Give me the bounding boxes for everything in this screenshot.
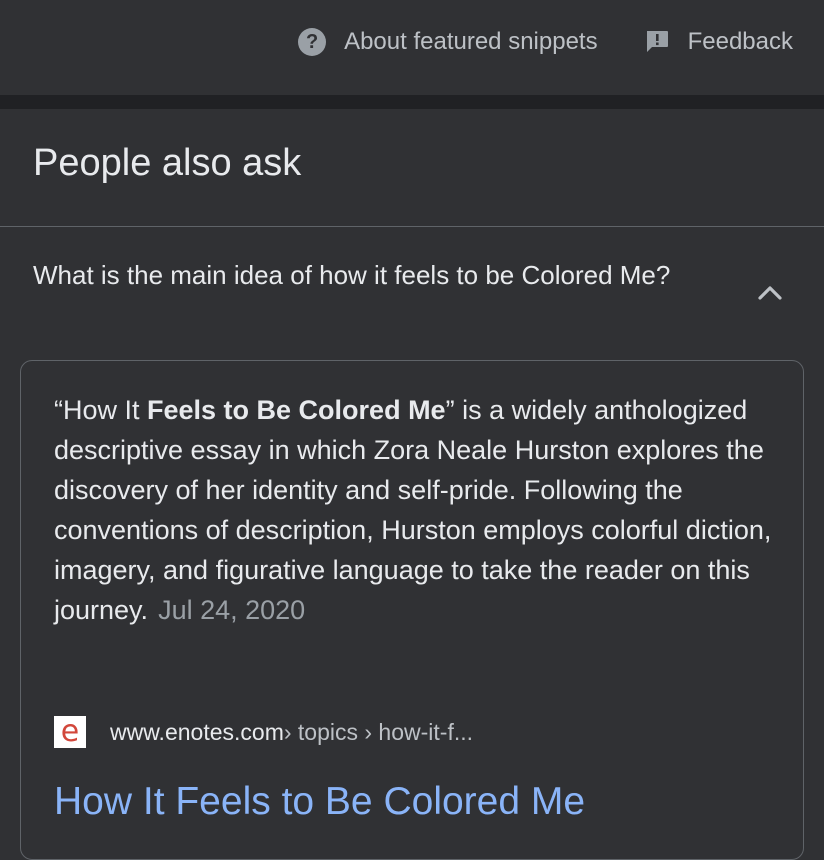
feedback-label: Feedback: [687, 28, 793, 55]
question-divider: [0, 226, 824, 227]
people-also-ask-heading: People also ask: [33, 142, 302, 184]
section-divider: [0, 95, 824, 109]
help-icon: ?: [298, 28, 327, 56]
about-featured-snippets-link[interactable]: ? About featured snippets: [298, 28, 598, 56]
answer-snippet: “How It Feels to Be Colored Me” is a wid…: [54, 390, 774, 630]
snippet-footer: ? About featured snippets Feedback: [0, 0, 824, 95]
answer-date: Jul 24, 2020: [158, 595, 306, 625]
feedback-link[interactable]: Feedback: [644, 28, 793, 56]
snippet-footer-links: ? About featured snippets Feedback: [298, 28, 793, 56]
feedback-icon: [644, 29, 670, 55]
about-featured-snippets-label: About featured snippets: [344, 28, 598, 55]
source-citation[interactable]: e www.enotes.com › topics › how-it-f...: [54, 716, 473, 748]
result-title-link[interactable]: How It Feels to Be Colored Me: [54, 780, 585, 824]
answer-text-start: “How It: [54, 395, 148, 425]
question-text[interactable]: What is the main idea of how it feels to…: [33, 255, 733, 295]
answer-text-bold: Feels to Be Colored Me: [147, 395, 446, 425]
site-favicon: e: [54, 716, 86, 748]
chevron-up-icon[interactable]: [755, 280, 785, 304]
answer-text-rest: ” is a widely anthologized descriptive e…: [54, 395, 772, 625]
source-path: › topics › how-it-f...: [283, 718, 474, 745]
source-domain: www.enotes.com: [110, 718, 284, 745]
